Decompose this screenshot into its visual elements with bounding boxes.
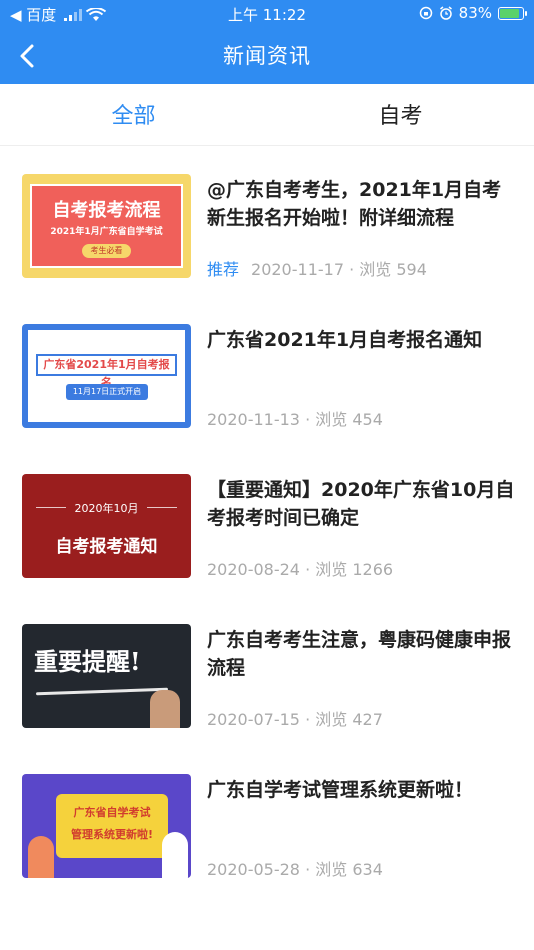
news-views: · 浏览 454 <box>305 410 383 429</box>
hand-illustration <box>150 690 180 728</box>
tab-self-exam[interactable]: 自考 <box>267 98 534 130</box>
alarm-icon <box>439 6 452 20</box>
orientation-lock-icon <box>419 6 432 20</box>
news-item[interactable]: 重要提醒! 广东自考考生注意，粤康码健康申报流程 2020-07-15 · 浏览… <box>0 596 534 746</box>
news-item[interactable]: 广东省2021年1月自考报名 11月17日正式开启 广东省2021年1月自考报名… <box>0 296 534 446</box>
news-meta: 2020-08-24 · 浏览 1266 <box>207 556 393 580</box>
status-bar: ◀ 百度 上午 11:22 83% <box>0 0 534 28</box>
battery-icon <box>498 6 527 20</box>
news-meta: 2020-05-28 · 浏览 634 <box>207 856 383 880</box>
news-item[interactable]: 2020年10月 自考报考通知 【重要通知】2020年广东省10月自考报考时间已… <box>0 446 534 596</box>
news-date: 2020-07-15 <box>207 710 300 729</box>
news-meta: 2020-07-15 · 浏览 427 <box>207 706 383 730</box>
battery-percent: 83% <box>458 4 492 22</box>
page-title: 新闻资讯 <box>223 44 311 68</box>
news-item[interactable]: 自考报考流程 2021年1月广东省自学考试 考生必看 @广东自考考生，2021年… <box>0 146 534 296</box>
thumb-subtitle: 管理系统更新啦! <box>70 828 154 841</box>
tab-all[interactable]: 全部 <box>0 98 267 130</box>
news-date: 2020-05-28 <box>207 860 300 879</box>
news-views: · 浏览 634 <box>305 860 383 879</box>
news-views: · 浏览 1266 <box>305 560 394 579</box>
news-title[interactable]: 广东省2021年1月自考报名通知 <box>207 326 517 354</box>
news-date: 2020-08-24 <box>207 560 300 579</box>
thumb-subtitle: 11月17日正式开启 <box>66 384 148 400</box>
news-thumbnail: 自考报考流程 2021年1月广东省自学考试 考生必看 <box>22 174 191 278</box>
news-title[interactable]: @广东自考考生，2021年1月自考新生报名开始啦！附详细流程 <box>207 176 517 232</box>
news-item[interactable]: 广东省自学考试 管理系统更新啦! 广东自学考试管理系统更新啦！ 2020-05-… <box>0 746 534 896</box>
news-title[interactable]: 广东自学考试管理系统更新啦！ <box>207 776 517 804</box>
news-meta: 推荐 2020-11-17 · 浏览 594 <box>207 256 427 280</box>
person-illustration <box>162 832 188 878</box>
person-illustration <box>28 836 54 878</box>
status-right: 83% <box>419 4 527 22</box>
nav-bar: 新闻资讯 <box>0 28 534 84</box>
news-views: · 浏览 594 <box>349 260 427 279</box>
news-title[interactable]: 【重要通知】2020年广东省10月自考报考时间已确定 <box>207 476 517 532</box>
thumb-title: 自考报考通知 <box>55 537 158 557</box>
top-bar: ◀ 百度 上午 11:22 83% 新闻资讯 <box>0 0 534 84</box>
news-date: 2020-11-17 <box>251 260 344 279</box>
news-meta: 2020-11-13 · 浏览 454 <box>207 406 383 430</box>
thumb-badge: 考生必看 <box>82 244 131 258</box>
news-views: · 浏览 427 <box>305 710 383 729</box>
thumb-title: 广东省自学考试 <box>73 806 151 819</box>
news-thumbnail: 广东省2021年1月自考报名 11月17日正式开启 <box>22 324 191 428</box>
thumb-subtitle: 2021年1月广东省自学考试 <box>50 227 163 237</box>
news-thumbnail: 2020年10月 自考报考通知 <box>22 474 191 578</box>
news-date: 2020-11-13 <box>207 410 300 429</box>
news-thumbnail: 重要提醒! <box>22 624 191 728</box>
news-title[interactable]: 广东自考考生注意，粤康码健康申报流程 <box>207 626 517 682</box>
thumb-subtitle: 2020年10月 <box>74 502 139 515</box>
thumb-title: 自考报考流程 <box>52 200 161 221</box>
tab-bar: 全部 自考 <box>0 84 534 146</box>
thumb-title: 重要提醒! <box>34 647 141 676</box>
thumb-title: 广东省2021年1月自考报名 <box>36 354 177 389</box>
news-thumbnail: 广东省自学考试 管理系统更新啦! <box>22 774 191 878</box>
recommend-tag: 推荐 <box>207 260 240 279</box>
